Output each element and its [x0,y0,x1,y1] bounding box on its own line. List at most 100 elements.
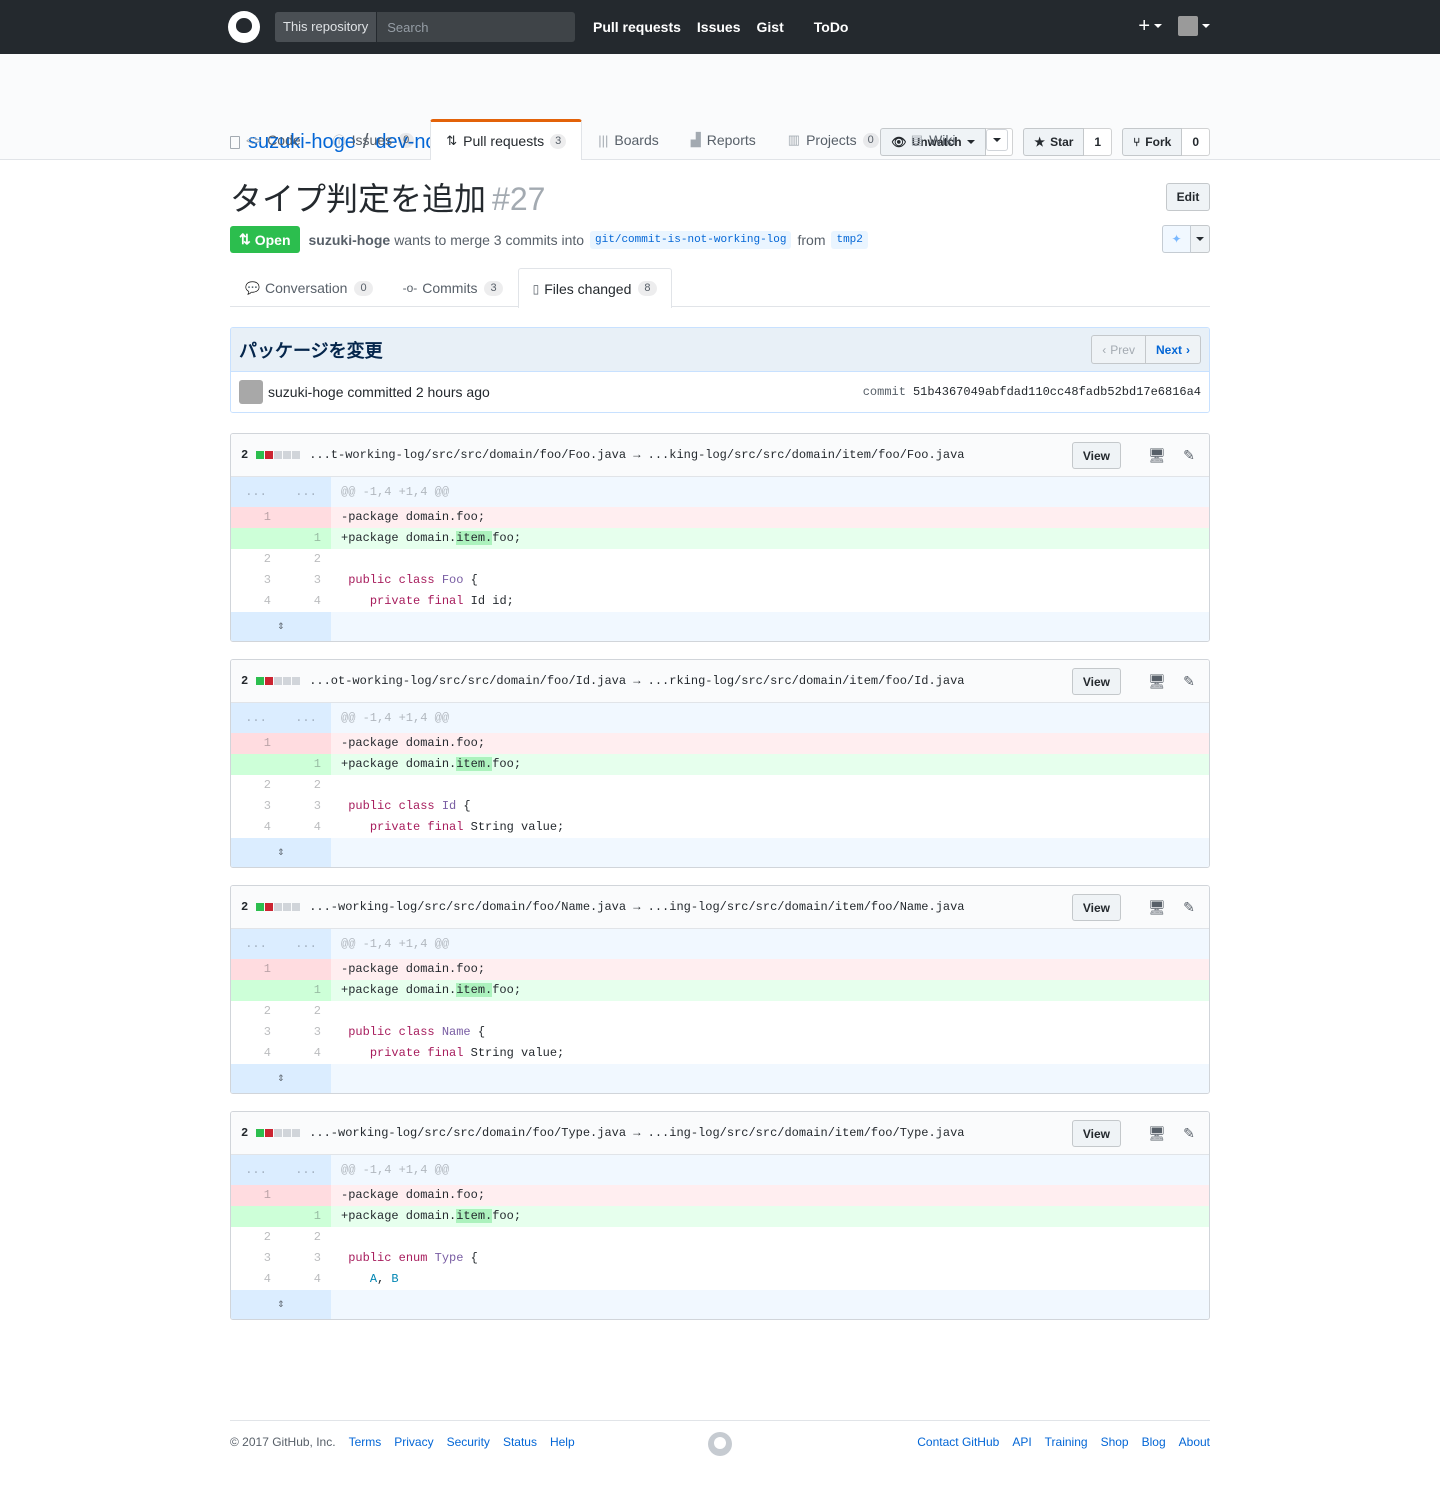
tab-wiki[interactable]: ▤ Wiki [895,119,972,160]
expand-up-button[interactable]: ... [281,477,331,507]
edit-button[interactable]: Edit [1166,183,1210,211]
create-new-icon[interactable]: + [1138,16,1150,36]
footer-link-help[interactable]: Help [550,1435,575,1449]
view-file-button[interactable]: View [1071,1120,1121,1147]
footer-link-shop[interactable]: Shop [1101,1435,1129,1449]
line-number-new[interactable]: 3 [281,796,331,817]
file-path[interactable]: ...-working-log/src/src/domain/foo/Type.… [309,1126,964,1140]
nav-todo[interactable]: ToDo [814,19,849,35]
line-number-new[interactable]: 1 [281,528,331,549]
line-number-new[interactable]: 2 [281,1227,331,1248]
view-file-button[interactable]: View [1071,442,1121,469]
base-branch[interactable]: git/commit-is-not-working-log [590,230,792,249]
unfold-icon[interactable]: ⇕ [231,1290,331,1319]
line-number-old[interactable]: 3 [231,570,281,591]
tab-pull-requests[interactable]: ⇅ Pull requests 3 [430,119,583,160]
footer-link-training[interactable]: Training [1045,1435,1088,1449]
tab-files-changed[interactable]: ▯ Files changed 8 [517,268,672,308]
user-avatar[interactable] [1178,16,1198,36]
line-number-new[interactable]: 3 [281,570,331,591]
expand-up-button[interactable]: ... [281,703,331,733]
desktop-icon[interactable]: 🖥 [1147,672,1167,692]
line-number-new[interactable]: 2 [281,775,331,796]
file-path[interactable]: ...ot-working-log/src/src/domain/foo/Id.… [309,674,964,688]
footer-link-status[interactable]: Status [503,1435,537,1449]
desktop-icon[interactable]: 🖥 [1147,1124,1167,1144]
github-mark-icon[interactable] [708,1432,732,1456]
line-number-old[interactable]: 2 [231,549,281,570]
more-tabs-button[interactable] [985,128,1008,151]
line-number-new[interactable]: 1 [281,1206,331,1227]
line-number-new[interactable]: 3 [281,1248,331,1269]
line-number-new[interactable]: 4 [281,1269,331,1290]
line-number-old[interactable]: 3 [231,796,281,817]
line-number-old[interactable]: 4 [231,1269,281,1290]
star-button[interactable]: ★ Star [1023,128,1085,156]
line-number-old[interactable]: 1 [231,507,281,528]
unfold-icon[interactable]: ⇕ [231,612,331,641]
committer-avatar[interactable] [239,380,263,404]
unfold-icon[interactable]: ⇕ [231,1064,331,1093]
line-number-new[interactable]: 2 [281,549,331,570]
nav-gist[interactable]: Gist [757,19,784,35]
sparkle-icon[interactable]: ✦ [1162,225,1191,253]
nav-pull-requests[interactable]: Pull requests [593,19,681,35]
line-number-new[interactable]: 4 [281,817,331,838]
line-number-new[interactable]: 1 [281,754,331,775]
pencil-icon[interactable]: ✎ [1179,1124,1199,1144]
line-number-old[interactable]: 4 [231,817,281,838]
fork-count[interactable]: 0 [1182,128,1210,156]
view-file-button[interactable]: View [1071,668,1121,695]
footer-link-contact[interactable]: Contact GitHub [917,1435,999,1449]
review-menu-button[interactable] [1191,225,1210,253]
line-number-old[interactable]: 2 [231,1227,281,1248]
footer-link-security[interactable]: Security [447,1435,490,1449]
expand-up-button[interactable]: ... [281,929,331,959]
desktop-icon[interactable]: 🖥 [1147,446,1167,466]
line-number-new[interactable]: 1 [281,980,331,1001]
line-number-old[interactable]: 3 [231,1022,281,1043]
tab-projects[interactable]: ▥ Projects 0 [772,119,895,160]
tab-code[interactable]: <> Code [230,119,317,160]
line-number-old[interactable]: 4 [231,591,281,612]
line-number-old[interactable]: 1 [231,1185,281,1206]
tab-boards[interactable]: ||| Boards [582,119,675,160]
prev-button[interactable]: ‹ Prev [1091,335,1146,364]
footer-link-terms[interactable]: Terms [349,1435,382,1449]
pencil-icon[interactable]: ✎ [1179,672,1199,692]
star-count[interactable]: 1 [1084,128,1113,156]
chevron-down-icon[interactable] [1202,24,1210,28]
expand-up-button[interactable]: ... [231,703,281,733]
search-input[interactable] [377,12,575,42]
pencil-icon[interactable]: ✎ [1179,446,1199,466]
line-number-old[interactable]: 1 [231,733,281,754]
line-number-old[interactable]: 4 [231,1043,281,1064]
file-path[interactable]: ...-working-log/src/src/domain/foo/Name.… [309,900,964,914]
view-file-button[interactable]: View [1071,894,1121,921]
expand-up-button[interactable]: ... [231,477,281,507]
sha-value[interactable]: 51b4367049abfdad110cc48fadb52bd17e6816a4 [913,385,1201,399]
line-number-old[interactable]: 2 [231,775,281,796]
desktop-icon[interactable]: 🖥 [1147,898,1167,918]
head-branch[interactable]: tmp2 [831,230,868,249]
unfold-icon[interactable]: ⇕ [231,838,331,867]
tab-conversation[interactable]: 💬 Conversation 0 [230,268,388,307]
nav-issues[interactable]: Issues [697,19,741,35]
line-number-old[interactable]: 2 [231,1001,281,1022]
github-logo-icon[interactable] [228,11,260,43]
expand-up-button[interactable]: ... [231,929,281,959]
line-number-old[interactable]: 1 [231,959,281,980]
line-number-new[interactable]: 2 [281,1001,331,1022]
footer-link-api[interactable]: API [1012,1435,1031,1449]
line-number-new[interactable]: 4 [281,1043,331,1064]
tab-issues[interactable]: ⓘ Issues 0 [317,119,431,160]
expand-up-button[interactable]: ... [231,1155,281,1185]
line-number-old[interactable]: 3 [231,1248,281,1269]
line-number-new[interactable]: 4 [281,591,331,612]
line-number-new[interactable]: 3 [281,1022,331,1043]
footer-link-blog[interactable]: Blog [1142,1435,1166,1449]
tab-commits[interactable]: -o- Commits 3 [388,268,518,307]
pencil-icon[interactable]: ✎ [1179,898,1199,918]
next-button[interactable]: Next › [1145,335,1201,364]
file-path[interactable]: ...t-working-log/src/src/domain/foo/Foo.… [309,448,964,462]
